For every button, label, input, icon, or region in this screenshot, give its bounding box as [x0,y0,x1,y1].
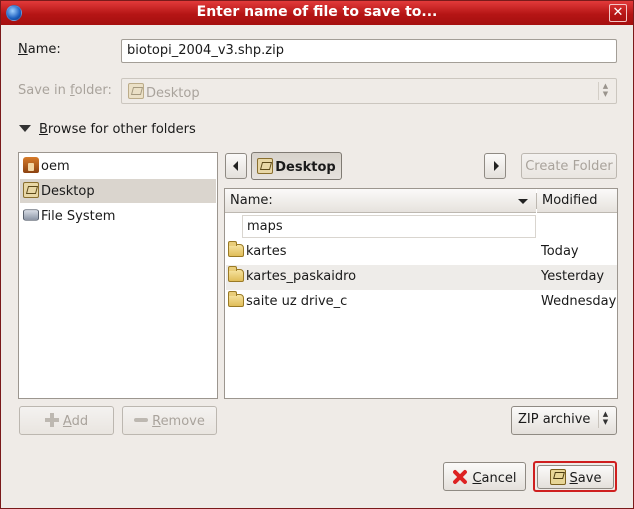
arrow-right-icon [494,161,499,171]
desktop-icon [23,182,39,198]
combo-arrows-icon: ▲ ▼ [598,82,612,100]
desktop-icon [128,83,144,99]
drive-icon [23,209,39,221]
place-item-desktop[interactable]: Desktop [20,179,216,203]
file-row[interactable]: kartes Today [226,240,617,265]
desktop-icon [257,158,274,174]
folder-icon [228,241,244,257]
file-row[interactable]: kartes_paskaidro Yesterday [226,265,617,290]
remove-place-button[interactable]: Remove [122,406,217,435]
file-type-filter-combo[interactable]: ZIP archive ▲ ▼ [511,406,617,435]
create-folder-button[interactable]: Create Folder [521,153,617,179]
save-in-folder-combo: Desktop ▲ ▼ [121,78,617,104]
browse-expander[interactable]: Browse for other folders [19,122,196,137]
close-icon: ✕ [612,5,624,20]
home-folder-icon [23,157,39,173]
path-back-button[interactable] [225,153,247,179]
place-item-oem[interactable]: oem [20,154,216,178]
place-item-file-system[interactable]: File System [20,204,216,228]
file-row[interactable]: saite uz drive_c Wednesday [226,290,617,315]
expander-triangle-icon [19,125,31,132]
plus-icon [44,413,59,427]
close-button[interactable]: ✕ [609,4,627,22]
arrow-left-icon [233,161,238,171]
location-edit-input[interactable]: maps [242,215,536,238]
cancel-x-icon [452,469,468,485]
sort-down-icon [518,199,528,204]
column-header-modified[interactable]: Modified [537,189,617,213]
cancel-button[interactable]: Cancel [443,462,526,491]
folder-icon [228,291,244,307]
save-dialog: Enter name of file to save to... ✕ Name:… [0,0,634,509]
path-forward-button[interactable] [484,153,506,179]
file-list: Name: Modified maps kartes Today kartes_… [224,188,618,399]
folder-icon [228,266,244,282]
save-button[interactable]: Save [537,465,614,489]
title-bar[interactable]: Enter name of file to save to... ✕ [1,1,633,25]
places-sidebar: oem Desktop File System [18,152,218,399]
column-header-name[interactable]: Name: [225,189,536,213]
name-input[interactable]: biotopi_2004_v3.shp.zip [121,39,617,63]
add-place-button[interactable]: Add [19,406,114,435]
save-icon [549,469,566,485]
window-title: Enter name of file to save to... [196,4,438,20]
path-button-desktop[interactable]: Desktop [251,152,342,180]
combo-arrows-icon: ▲ ▼ [598,410,612,428]
name-label: Name: [18,42,61,57]
save-in-folder-label: Save in folder: [18,83,112,98]
minus-icon [134,413,149,427]
